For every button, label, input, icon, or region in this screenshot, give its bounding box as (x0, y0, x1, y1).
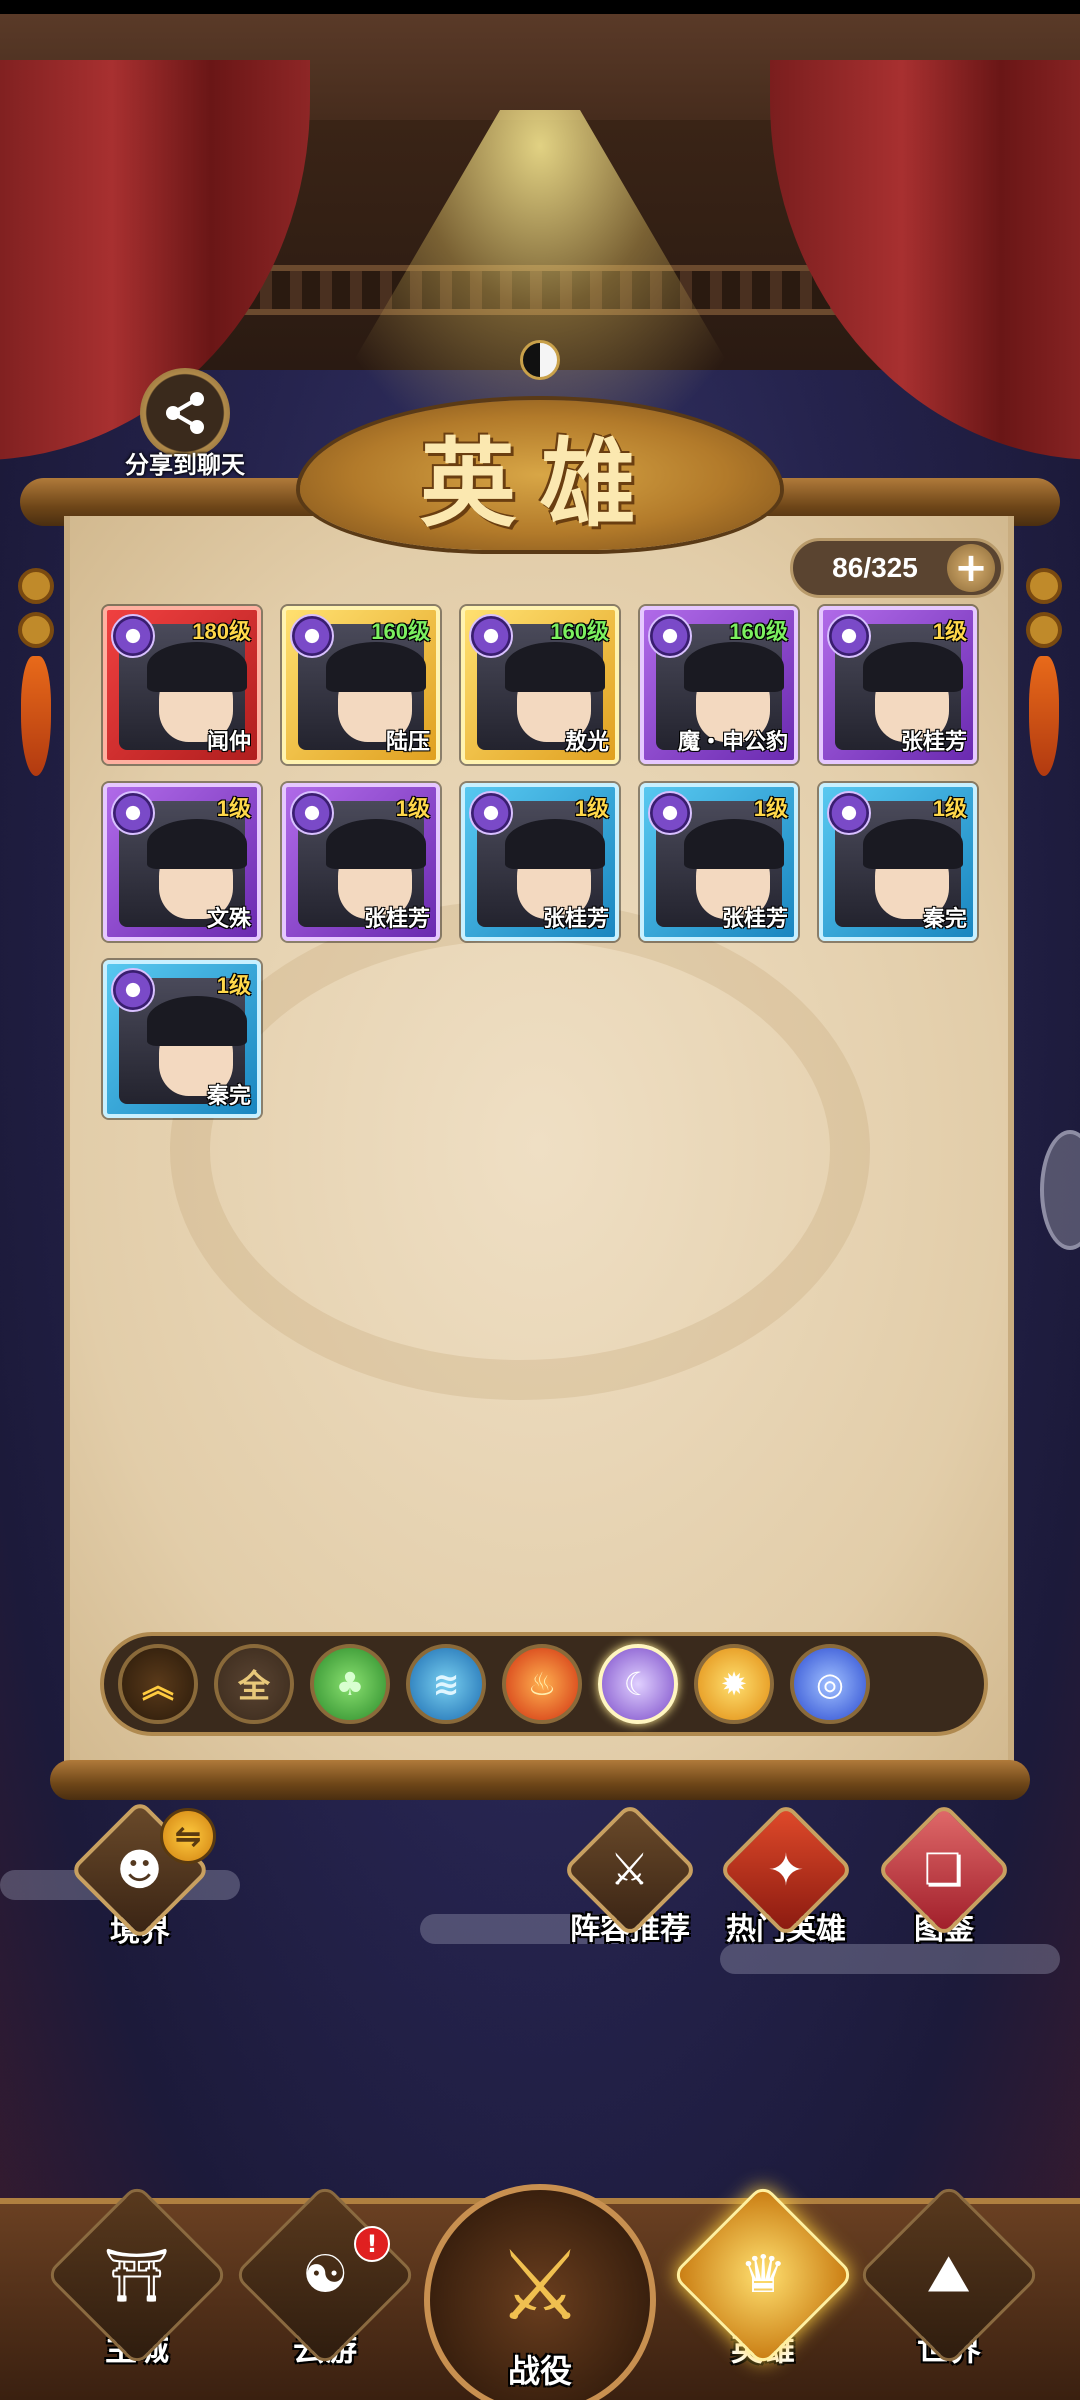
page-title: 英雄 (420, 426, 660, 540)
filter-fire-button[interactable]: ♨ (502, 1644, 582, 1724)
main-city-icon: ⛩ (103, 2245, 171, 2306)
dark-element-icon (648, 614, 692, 658)
hero-level: 1级 (753, 796, 788, 821)
filter-storm-button[interactable]: ◎ (790, 1644, 870, 1724)
fire-element-icon: ♨ (527, 1665, 557, 1703)
side-panel-handle[interactable] (1040, 1130, 1080, 1250)
hero-card[interactable]: 1级秦完 (819, 783, 977, 941)
travel-alert-badge: ! (354, 2226, 390, 2262)
travel-icon: ☯ (301, 2245, 349, 2305)
hero-card[interactable]: 160级敖光 (461, 606, 619, 764)
hero-card[interactable]: 160级魔・申公豹 (640, 606, 798, 764)
status-bar (0, 0, 1080, 14)
hero-name: 魔・申公豹 (677, 729, 788, 754)
filter-wood-button[interactable]: ♣ (310, 1644, 390, 1724)
nav-heroes[interactable]: ♛ 英雄 (671, 2183, 855, 2400)
water-element-icon: ≋ (432, 1665, 460, 1703)
lineup-icon: ⚔ (610, 1844, 650, 1896)
hot-heroes-button[interactable]: ✦ 热门英雄 (716, 1802, 856, 1948)
filter-dark-button[interactable]: ☾ (598, 1644, 678, 1724)
dark-element-icon (648, 791, 692, 835)
hero-name: 陆压 (385, 729, 430, 754)
hero-level: 1级 (216, 973, 251, 998)
hero-helmet-icon: ♛ (739, 2245, 787, 2305)
hero-card[interactable]: 160级陆压 (282, 606, 440, 764)
hero-name: 敖光 (564, 729, 609, 754)
hero-name: 秦完 (922, 906, 967, 931)
world-mountain-icon: ⛰ (927, 2244, 971, 2305)
dark-element-icon (290, 614, 334, 658)
dark-element-icon (827, 614, 871, 658)
yin-yang-icon (520, 340, 560, 380)
hero-name: 张桂芳 (900, 729, 967, 754)
filter-all-button[interactable]: 全 (214, 1644, 294, 1724)
hero-count-text: 86/325 (832, 552, 918, 583)
lineup-recommend-button[interactable]: ⚔ 阵容推荐 (560, 1802, 700, 1948)
share-icon (166, 392, 204, 434)
filter-light-button[interactable]: ✹ (694, 1644, 774, 1724)
hero-count-display: 86/325 + (790, 538, 1004, 598)
dark-element-icon (111, 614, 155, 658)
nav-battle[interactable]: ⚔ 战役 (424, 2184, 656, 2400)
dark-element-icon (111, 968, 155, 1012)
hero-name: 张桂芳 (542, 906, 609, 931)
hero-level: 1级 (932, 796, 967, 821)
codex-button[interactable]: ❏ 图鉴 (874, 1802, 1014, 1948)
nav-world[interactable]: ⛰ 世界 (857, 2183, 1041, 2400)
wood-element-icon: ♣ (335, 1665, 365, 1703)
dark-element-icon (111, 791, 155, 835)
expand-capacity-button[interactable]: + (947, 544, 995, 592)
cloud-decoration (720, 1944, 1060, 1974)
hero-level: 1级 (932, 619, 967, 644)
filter-up-button[interactable]: ︽ (118, 1644, 198, 1724)
dark-element-icon (469, 614, 513, 658)
codex-book-icon: ❏ (924, 1844, 964, 1896)
light-element-icon: ✹ (720, 1665, 748, 1703)
hero-name: 文殊 (206, 906, 251, 931)
hero-card[interactable]: 1级秦完 (103, 960, 261, 1118)
dark-element-icon: ☾ (623, 1665, 653, 1703)
scroll-bottom-rod (50, 1760, 1030, 1800)
all-filter-icon: 全 (237, 1667, 270, 1705)
hero-level: 160级 (729, 619, 788, 644)
hero-card[interactable]: 1级张桂芳 (819, 606, 977, 764)
nav-battle-label: 战役 (507, 2353, 572, 2389)
hero-card[interactable]: 180级闻仲 (103, 606, 261, 764)
hero-level: 160级 (371, 619, 430, 644)
dragon-watermark (170, 900, 870, 1400)
dark-element-icon (827, 791, 871, 835)
tassel-right (1022, 560, 1066, 840)
hero-card[interactable]: 1级张桂芳 (282, 783, 440, 941)
swap-icon[interactable]: ⇋ (160, 1808, 216, 1864)
element-filter-bar: ︽ 全 ♣ ≋ ♨ ☾ ✹ ◎ (100, 1632, 988, 1736)
hero-level: 1级 (216, 796, 251, 821)
realm-icon: ☻ (117, 1844, 163, 1896)
hero-level: 160级 (550, 619, 609, 644)
hot-heroes-icon: ✦ (767, 1844, 805, 1896)
hero-level: 1级 (574, 796, 609, 821)
filter-water-button[interactable]: ≋ (406, 1644, 486, 1724)
dark-element-icon (469, 791, 513, 835)
hero-name: 闻仲 (206, 729, 251, 754)
storm-element-icon: ◎ (816, 1665, 844, 1703)
hero-name: 秦完 (206, 1083, 251, 1108)
hero-card[interactable]: 1级张桂芳 (640, 783, 798, 941)
hero-card[interactable]: 1级张桂芳 (461, 783, 619, 941)
dark-element-icon (290, 791, 334, 835)
hero-name: 张桂芳 (721, 906, 788, 931)
crossed-swords-icon: ⚔ (496, 2230, 584, 2342)
hero-level: 1级 (395, 796, 430, 821)
curtain-right (770, 60, 1080, 460)
hero-level: 180级 (192, 619, 251, 644)
nav-main-city[interactable]: ⛩ 主城 (45, 2183, 229, 2400)
hero-card[interactable]: 1级文殊 (103, 783, 261, 941)
tassel-left (14, 560, 58, 840)
chevron-double-up-icon: ︽ (141, 1667, 174, 1705)
hero-name: 张桂芳 (363, 906, 430, 931)
share-to-chat-label: 分享到聊天 (125, 452, 245, 479)
